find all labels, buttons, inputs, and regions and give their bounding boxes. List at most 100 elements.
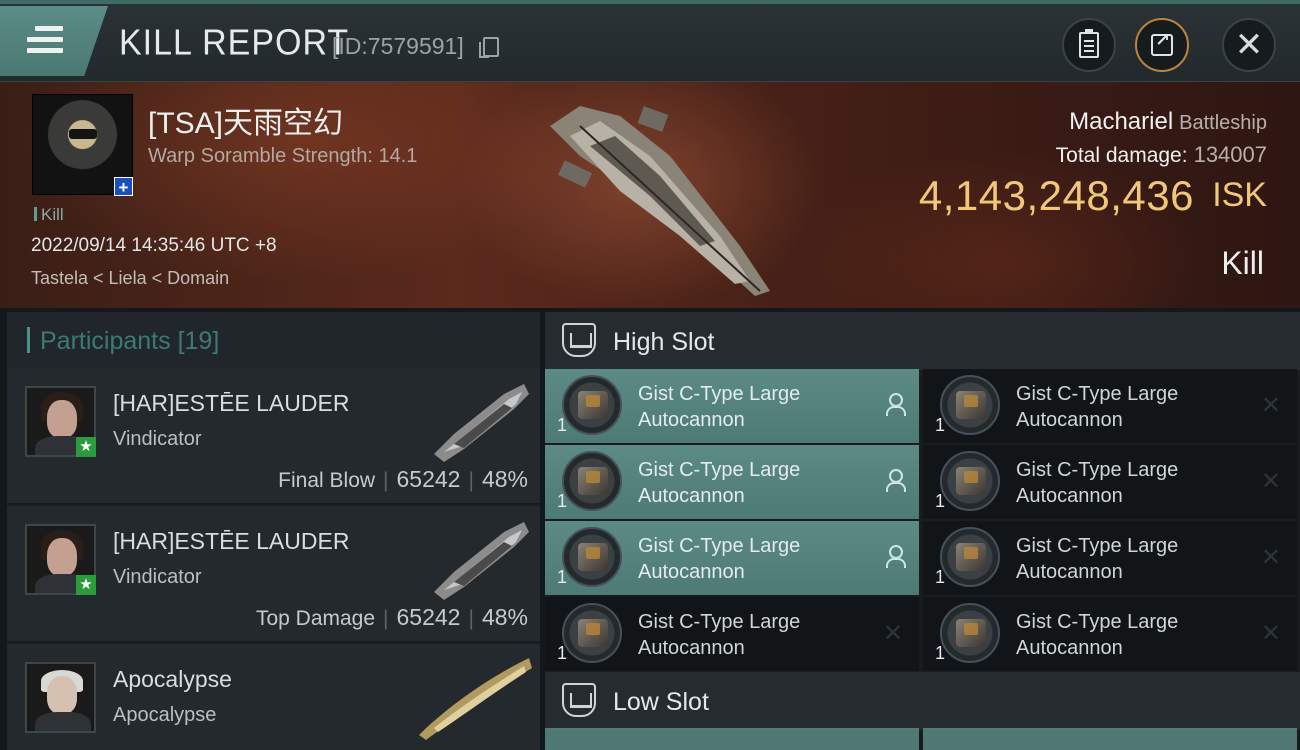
module-quantity: 1 [935,643,946,663]
fitted-person-icon [885,469,906,492]
high-slot-module[interactable]: 1 Gist C-Type Large Autocannon ✕ [923,521,1297,595]
high-slot-module[interactable]: 1 Gist C-Type Large Autocannon [545,369,919,443]
autocannon-icon [562,451,622,511]
kill-location: Tastela < Liela < Domain [31,268,230,288]
participant-ship-image [434,384,529,462]
participants-title: Participants [19] [40,327,220,355]
menu-button[interactable] [0,6,108,76]
clipboard-icon [1079,29,1099,58]
victim-ship-name: Machariel [1069,108,1174,135]
participant-ship: Apocalypse [113,704,217,726]
participants-panel: Participants [19] ★ [HAR]ESTĒE LAUDER Vi… [7,312,540,750]
high-slot-module[interactable]: 1 Gist C-Type Large Autocannon ✕ [545,597,919,671]
destroyed-x-icon: ✕ [1260,468,1281,495]
module-name: Gist C-Type Large Autocannon [638,459,801,507]
module-name: Gist C-Type Large Autocannon [638,535,801,583]
module-name: Gist C-Type Large Autocannon [1016,611,1179,659]
low-slot-icon [562,683,596,717]
kill-result: Kill [1221,245,1264,281]
copy-icon[interactable] [479,37,499,58]
participants-header[interactable]: Participants [19] [7,312,540,368]
kill-datetime: 2022/09/14 14:35:46 UTC +8 [31,235,277,256]
fitted-person-icon [885,545,906,568]
participant-ship: Vindicator [113,566,202,588]
autocannon-icon [562,375,622,435]
isk-unit: ISK [1212,176,1267,214]
participant-percent: 48% [481,466,528,492]
participants-count: [19] [177,327,220,355]
slots-panel: High Slot 1 Gist C-Type Large Autocannon 1 G… [545,312,1300,750]
avatar[interactable] [25,662,96,733]
module-quantity: 1 [557,415,568,435]
participant-row[interactable]: ★ [HAR]ESTĒE LAUDER Vindicator Final Blo… [7,368,540,504]
autocannon-icon [940,527,1000,587]
victim-name[interactable]: [TSA]天雨空幻 [148,98,343,142]
share-button[interactable] [1135,18,1189,72]
high-slot-title: High Slot [613,328,715,356]
participant-stats: Top Damage | 65242 | 48% [255,604,528,630]
module-name: Gist C-Type Large Autocannon [1016,535,1179,583]
participant-role: Final Blow [278,469,376,492]
close-button[interactable]: ✕ [1222,18,1276,72]
isk-value: 4,143,248,436 [918,172,1194,219]
low-slot-title: Low Slot [613,688,709,716]
victim-ship-type: Machariel Battleship [1069,108,1267,136]
participant-name: [HAR]ESTĒE LAUDER [113,528,350,554]
participant-role: Top Damage [255,607,376,630]
participant-name: Apocalypse [113,666,232,692]
fitted-person-icon [885,393,906,416]
total-damage-value: 134007 [1193,142,1267,167]
module-name: Gist C-Type Large Autocannon [638,383,801,431]
kill-tag: Kill [34,205,64,225]
destroyed-x-icon: ✕ [1260,544,1281,571]
high-slot-module[interactable]: 1 Gist C-Type Large Autocannon ✕ [923,369,1297,443]
participant-ship-image [434,522,529,600]
destroyed-x-icon: ✕ [882,620,903,647]
participant-ship-image [419,658,532,740]
star-icon: ★ [76,437,96,457]
high-slot-module[interactable]: 1 Gist C-Type Large Autocannon ✕ [923,597,1297,671]
low-slot-module[interactable] [545,728,919,750]
hamburger-menu-icon [27,26,63,54]
high-slot-icon [562,323,596,357]
destroyed-x-icon: ✕ [1260,620,1281,647]
header-bar: KILL REPORT [ID:7579591] ✕ [0,0,1300,82]
autocannon-icon [940,603,1000,663]
high-slot-module[interactable]: 1 Gist C-Type Large Autocannon [545,445,919,519]
plus-icon: + [114,177,133,197]
module-quantity: 1 [557,491,568,511]
clipboard-button[interactable] [1062,18,1116,72]
destroyed-x-icon: ✕ [1260,392,1281,419]
participant-stats: Final Blow | 65242 | 48% [278,466,528,492]
participant-row[interactable]: Apocalypse Apocalypse [7,644,540,750]
autocannon-icon [940,451,1000,511]
low-slot-header[interactable]: Low Slot [545,672,1300,730]
module-name: Gist C-Type Large Autocannon [1016,459,1179,507]
participant-ship: Vindicator [113,428,202,450]
page-title: KILL REPORT [119,23,350,63]
high-slot-module[interactable]: 1 Gist C-Type Large Autocannon [545,521,919,595]
participant-row[interactable]: ★ [HAR]ESTĒE LAUDER Vindicator Top Damag… [7,506,540,642]
total-damage-label: Total damage: [1055,144,1188,167]
low-slot-module[interactable] [923,728,1297,750]
total-damage: Total damage: 134007 [1056,142,1267,168]
high-slot-header[interactable]: High Slot [545,312,1300,370]
participant-damage: 65242 [396,604,461,630]
close-icon: ✕ [1234,26,1264,64]
participant-damage: 65242 [396,466,461,492]
module-name: Gist C-Type Large Autocannon [638,611,801,659]
report-id: [ID:7579591] [332,33,464,59]
module-quantity: 1 [935,567,946,587]
module-quantity: 1 [935,491,946,511]
victim-ship-image[interactable] [540,96,780,301]
warp-scramble-strength: Warp Soramble Strength: 14.1 [148,145,418,167]
module-quantity: 1 [557,567,568,587]
participant-name: [HAR]ESTĒE LAUDER [113,390,350,416]
module-name: Gist C-Type Large Autocannon [1016,383,1179,431]
high-slot-module[interactable]: 1 Gist C-Type Large Autocannon ✕ [923,445,1297,519]
star-icon: ★ [76,575,96,595]
autocannon-icon [562,603,622,663]
share-icon [1151,30,1173,56]
module-quantity: 1 [557,643,568,663]
autocannon-icon [940,375,1000,435]
